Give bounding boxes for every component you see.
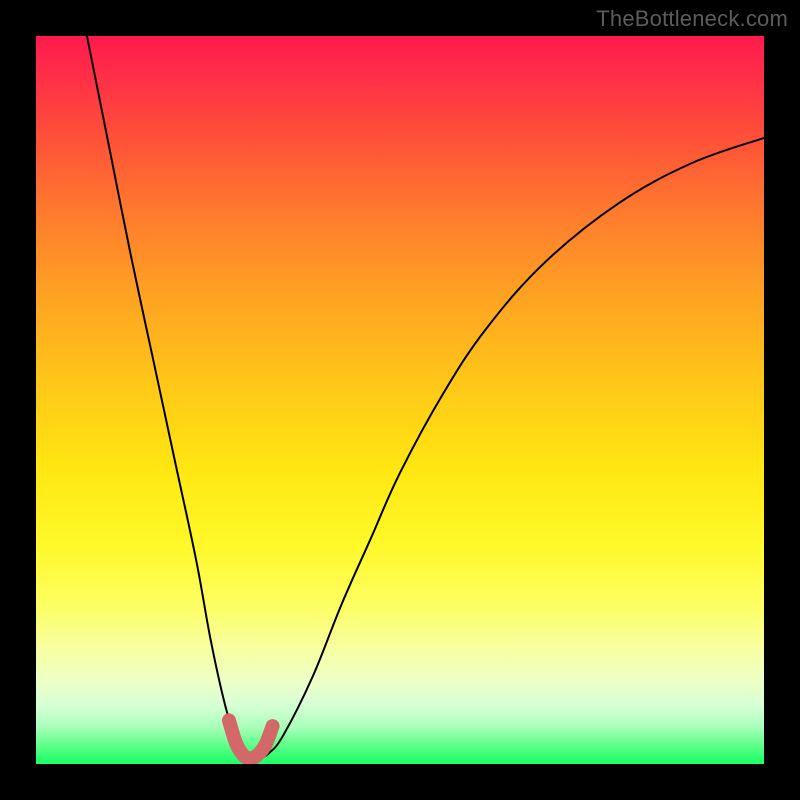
bottleneck-curve [87,36,764,758]
watermark-text: TheBottleneck.com [596,6,788,32]
plot-area [36,36,764,764]
outer-frame: TheBottleneck.com [0,0,800,800]
chart-svg [36,36,764,764]
valley-marker [229,720,273,758]
